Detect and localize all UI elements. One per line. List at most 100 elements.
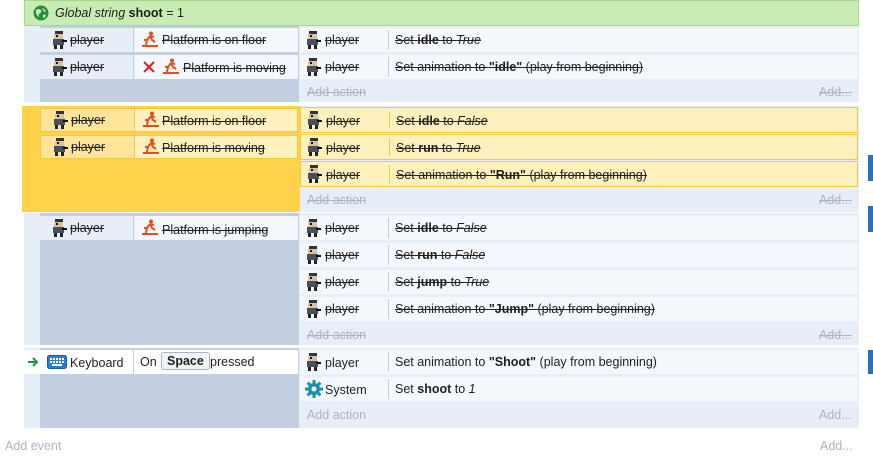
player-sprite-icon (53, 219, 67, 237)
condition-text: Platform is moving (183, 61, 286, 75)
action-text: Set animation to "Run" (play from beginn… (396, 168, 647, 182)
action-row-selected[interactable]: player Set idle to False (300, 107, 858, 133)
action-divider (389, 165, 390, 183)
condition-text-cell[interactable]: Platform is moving (135, 55, 298, 79)
action-row-selected[interactable]: player Set animation to "Run" (play from… (300, 161, 858, 187)
action-object-name: player (325, 356, 360, 370)
action-row[interactable]: player Set jump to True (300, 270, 858, 294)
action-divider (388, 57, 389, 77)
condition-row[interactable]: player Platform is moving (40, 135, 298, 159)
condition-text: Platform is on floor (162, 33, 267, 47)
condition-text-cell[interactable]: Platform is on floor (136, 109, 297, 131)
condition-object-cell[interactable]: player (41, 136, 135, 158)
footer-add-more-link[interactable]: Add... (820, 439, 853, 453)
action-text: Set shoot to 1 (395, 382, 476, 396)
action-row[interactable]: player Set idle to True (300, 28, 858, 52)
action-row[interactable]: player Set animation to "Jump" (play fro… (300, 297, 858, 321)
condition-object-name: Keyboard (70, 356, 124, 370)
action-row[interactable]: player Set animation to "Shoot" (play fr… (300, 350, 858, 374)
action-object-name: player (325, 275, 360, 289)
condition-text: Platform is on floor (162, 114, 267, 128)
action-object-name: player (325, 33, 360, 47)
condition-text-cell[interactable]: Platform is moving (136, 136, 297, 158)
scroll-accent-strip (868, 206, 873, 232)
condition-object-name: player (70, 33, 105, 47)
platform-icon (143, 111, 159, 127)
condition-object-name: player (71, 140, 106, 154)
condition-object-name: player (70, 60, 105, 74)
trigger-arrow-icon (28, 357, 39, 367)
add-action-link[interactable]: Add action (307, 193, 366, 207)
action-divider (388, 30, 389, 50)
condition-row[interactable]: player Platform is on floor (40, 28, 298, 52)
player-sprite-icon (54, 138, 68, 156)
action-divider (388, 245, 389, 265)
add-more-link[interactable]: Add... (819, 193, 852, 207)
condition-text-cell[interactable]: Platform is jumping (135, 216, 298, 240)
player-sprite-icon (308, 165, 322, 183)
condition-object-cell[interactable]: player (40, 28, 134, 52)
player-sprite-icon (307, 273, 321, 291)
player-sprite-icon (53, 31, 67, 49)
add-action-link[interactable]: Add action (307, 85, 366, 99)
action-row[interactable]: player Set run to False (300, 243, 858, 267)
condition-pressed-label: pressed (210, 355, 255, 369)
action-row[interactable]: player Set idle to False (300, 216, 858, 240)
condition-text: Platform is moving (162, 141, 265, 155)
condition-object-cell[interactable]: player (40, 55, 134, 79)
action-object-name: player (326, 168, 361, 182)
action-divider (388, 299, 389, 319)
action-divider (389, 111, 390, 129)
action-divider (388, 272, 389, 292)
global-variable-label: Global string shoot = 1 (55, 6, 184, 20)
action-object-name: player (325, 60, 360, 74)
add-action-link[interactable]: Add action (307, 328, 366, 342)
action-text: Set run to True (396, 141, 481, 155)
action-object-name: player (325, 302, 360, 316)
condition-object-cell[interactable]: player (40, 216, 134, 240)
add-more-link[interactable]: Add... (819, 85, 852, 99)
condition-object-name: player (70, 221, 105, 235)
action-divider (388, 352, 389, 372)
condition-object-cell[interactable]: player (41, 109, 135, 131)
action-object-name: player (325, 221, 360, 235)
gear-icon (305, 380, 323, 398)
action-text: Set idle to True (395, 33, 481, 47)
condition-on-label: On (140, 355, 157, 369)
invert-x-icon (143, 61, 155, 73)
add-action-link[interactable]: Add action (307, 408, 366, 422)
add-event-link[interactable]: Add event (5, 439, 61, 453)
action-text: Set idle to False (395, 221, 487, 235)
condition-text: Platform is jumping (162, 223, 269, 237)
player-sprite-icon (53, 58, 67, 76)
global-variable-row[interactable]: Global string shoot = 1 (24, 0, 859, 26)
add-more-link[interactable]: Add... (819, 408, 852, 422)
globe-icon (33, 5, 49, 21)
player-sprite-icon (307, 353, 321, 371)
player-sprite-icon (308, 111, 322, 129)
player-sprite-icon (308, 138, 322, 156)
action-row-selected[interactable]: player Set run to True (300, 134, 858, 160)
action-row[interactable]: System Set shoot to 1 (300, 377, 858, 401)
action-divider (388, 218, 389, 238)
condition-row[interactable]: player Platform is jumping (40, 216, 298, 240)
action-divider (388, 379, 389, 399)
trigger-condition-row[interactable]: Keyboard On Space pressed (24, 350, 298, 374)
action-object-name: System (325, 383, 367, 397)
add-more-link[interactable]: Add... (819, 328, 852, 342)
footer-row: Add event Add... (0, 432, 859, 463)
player-sprite-icon (307, 58, 321, 76)
platform-icon (143, 138, 159, 154)
action-object-name: player (326, 141, 361, 155)
action-text: Set jump to True (395, 275, 490, 289)
condition-text-cell[interactable]: Platform is on floor (135, 28, 298, 52)
condition-row[interactable]: player Platform is moving (40, 55, 298, 79)
condition-row[interactable]: player Platform is on floor (40, 108, 298, 132)
platform-icon (142, 219, 158, 235)
action-text: Set animation to "idle" (play from begin… (395, 60, 644, 74)
platform-icon (142, 31, 158, 47)
condition-divider (133, 350, 134, 374)
action-text: Set animation to "Jump" (play from begin… (395, 302, 655, 316)
action-row[interactable]: player Set animation to "idle" (play fro… (300, 55, 858, 79)
action-object-name: player (326, 114, 361, 128)
